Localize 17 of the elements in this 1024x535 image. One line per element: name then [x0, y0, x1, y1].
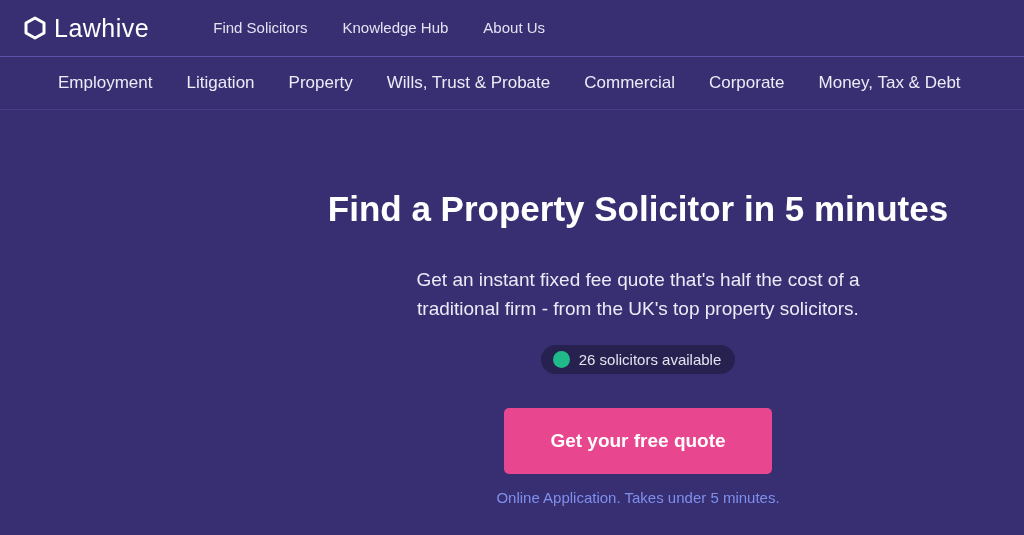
- hero-title: Find a Property Solicitor in 5 minutes: [327, 188, 949, 230]
- category-link[interactable]: Litigation: [186, 73, 255, 93]
- category-link[interactable]: Employment: [58, 73, 153, 93]
- category-link[interactable]: Commercial: [584, 73, 675, 93]
- category-link[interactable]: Wills, Trust & Probate: [386, 73, 551, 93]
- nav-link[interactable]: About Us: [483, 19, 546, 36]
- category-link[interactable]: Money, Tax & Debt: [818, 73, 961, 93]
- nav-link[interactable]: Find Solicitors: [213, 19, 308, 36]
- quote-button[interactable]: Get your free quote: [504, 408, 772, 474]
- hero-subtitle: Get an instant fixed fee quote that's half the cost of a traditional firm - from the UK's top property solicitors.: [415, 268, 861, 321]
- application-note: Online Application. Takes under 5 minutes.: [496, 489, 780, 506]
- hexagon-logo-icon: [24, 16, 46, 40]
- availability-text: 26 solicitors available: [578, 351, 722, 368]
- category-link[interactable]: Corporate: [708, 73, 785, 93]
- brand-name[interactable]: Lawhive: [54, 13, 150, 43]
- nav-link[interactable]: Knowledge Hub: [342, 19, 449, 36]
- category-link[interactable]: Property: [288, 73, 353, 93]
